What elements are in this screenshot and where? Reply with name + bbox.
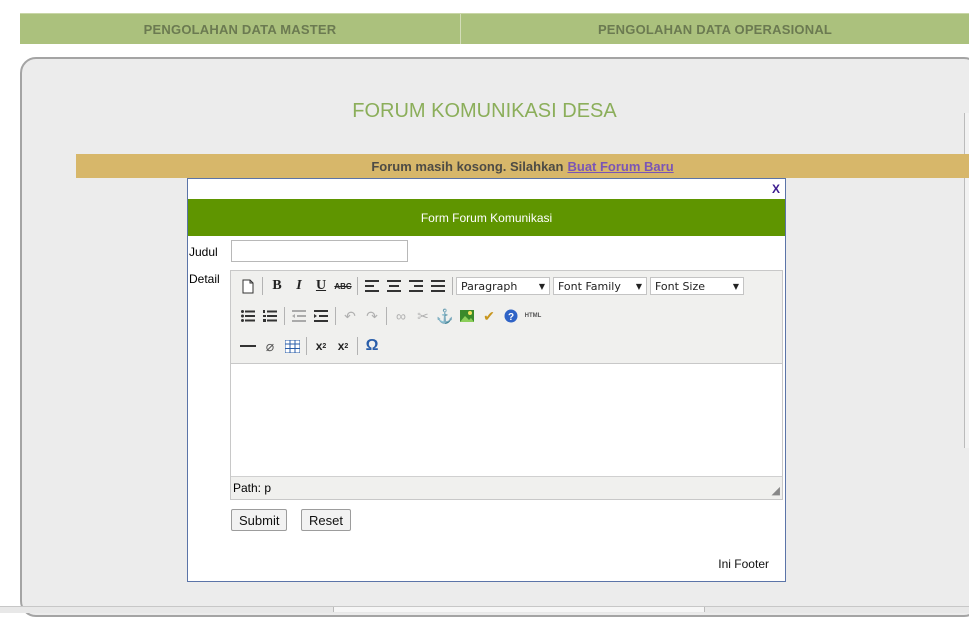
reset-button[interactable]: Reset xyxy=(301,509,351,531)
subscript-icon[interactable]: x2 xyxy=(310,335,332,357)
unlink-icon[interactable]: ✂ xyxy=(412,305,434,327)
align-left-icon[interactable] xyxy=(361,275,383,297)
strikethrough-icon[interactable]: ABC xyxy=(332,275,354,297)
eraser-icon[interactable]: ⌀ xyxy=(259,335,281,357)
image-icon[interactable] xyxy=(456,305,478,327)
editor-path: Path: p xyxy=(233,481,272,495)
italic-icon[interactable]: I xyxy=(288,275,310,297)
undo-icon[interactable]: ↶ xyxy=(339,305,361,327)
bullet-list-icon[interactable] xyxy=(237,305,259,327)
scrollbar-thumb[interactable] xyxy=(333,607,705,612)
omega-icon[interactable]: Ω xyxy=(361,335,383,357)
toolbar-separator xyxy=(284,307,285,325)
editor-status-bar: Path: p ◢ xyxy=(231,476,782,499)
format-select[interactable]: Paragraph ▼ xyxy=(456,277,550,295)
redo-icon[interactable]: ↷ xyxy=(361,305,383,327)
rich-text-editor: B I U ABC Paragraph ▼ Font Family ▼ Font… xyxy=(230,270,783,500)
forum-form-dialog: X Form Forum Komunikasi Judul Detail B I… xyxy=(187,178,786,582)
cleanup-icon[interactable]: ✔ xyxy=(478,305,500,327)
underline-icon[interactable]: U xyxy=(310,275,332,297)
dialog-header: Form Forum Komunikasi xyxy=(188,199,785,236)
new-forum-link[interactable]: Buat Forum Baru xyxy=(567,159,673,174)
bold-icon[interactable]: B xyxy=(266,275,288,297)
toolbar-row-1: B I U ABC Paragraph ▼ Font Family ▼ Font… xyxy=(237,274,747,298)
font-size-select-value: Font Size xyxy=(655,279,706,293)
detail-label: Detail xyxy=(189,272,220,286)
font-family-select[interactable]: Font Family ▼ xyxy=(553,277,647,295)
horizontal-rule-icon[interactable] xyxy=(237,335,259,357)
toolbar-separator xyxy=(452,277,453,295)
outdent-icon[interactable] xyxy=(288,305,310,327)
link-icon[interactable]: ∞ xyxy=(390,305,412,327)
toolbar-row-3: ⌀ x2 x2 Ω xyxy=(237,334,383,358)
chevron-down-icon: ▼ xyxy=(732,281,739,291)
superscript-icon[interactable]: x2 xyxy=(332,335,354,357)
anchor-icon[interactable]: ⚓ xyxy=(434,305,456,327)
submit-button[interactable]: Submit xyxy=(231,509,288,531)
dialog-title: Form Forum Komunikasi xyxy=(420,210,553,225)
close-button[interactable]: X xyxy=(772,182,780,196)
font-size-select[interactable]: Font Size ▼ xyxy=(650,277,744,295)
svg-text:?: ? xyxy=(508,312,514,323)
dialog-footer: Ini Footer xyxy=(718,557,769,571)
numbered-list-icon[interactable] xyxy=(259,305,281,327)
notice-text: Forum masih kosong. Silahkan xyxy=(371,158,564,174)
align-right-icon[interactable] xyxy=(405,275,427,297)
toolbar-separator xyxy=(386,307,387,325)
chevron-down-icon: ▼ xyxy=(538,281,545,291)
format-select-value: Paragraph xyxy=(461,279,518,293)
toolbar-separator xyxy=(306,337,307,355)
align-justify-icon[interactable] xyxy=(427,275,449,297)
toolbar-row-2: ↶ ↷ ∞ ✂ ⚓ ✔ ? HTML xyxy=(237,304,544,328)
indent-icon[interactable] xyxy=(310,305,332,327)
html-icon[interactable]: HTML xyxy=(522,305,544,327)
toolbar-separator xyxy=(262,277,263,295)
align-center-icon[interactable] xyxy=(383,275,405,297)
nav-master[interactable]: PENGOLAHAN DATA MASTER xyxy=(20,14,460,44)
toolbar-separator xyxy=(357,277,358,295)
judul-input[interactable] xyxy=(231,240,408,262)
help-icon[interactable]: ? xyxy=(500,305,522,327)
chevron-down-icon: ▼ xyxy=(635,281,642,291)
table-icon[interactable] xyxy=(281,335,303,357)
font-family-select-value: Font Family xyxy=(558,279,621,293)
new-document-icon[interactable] xyxy=(237,275,259,297)
editor-content-area[interactable] xyxy=(231,363,782,476)
nav-operasional[interactable]: PENGOLAHAN DATA OPERASIONAL xyxy=(460,14,969,44)
top-nav: PENGOLAHAN DATA MASTER PENGOLAHAN DATA O… xyxy=(20,13,969,44)
judul-label: Judul xyxy=(189,245,218,259)
toolbar-separator xyxy=(335,307,336,325)
toolbar-separator xyxy=(357,337,358,355)
notice-bar: Forum masih kosong. Silahkan Buat Forum … xyxy=(76,154,969,178)
page-title: FORUM KOMUNIKASI DESA xyxy=(352,100,617,122)
resize-handle-icon[interactable]: ◢ xyxy=(772,484,780,497)
